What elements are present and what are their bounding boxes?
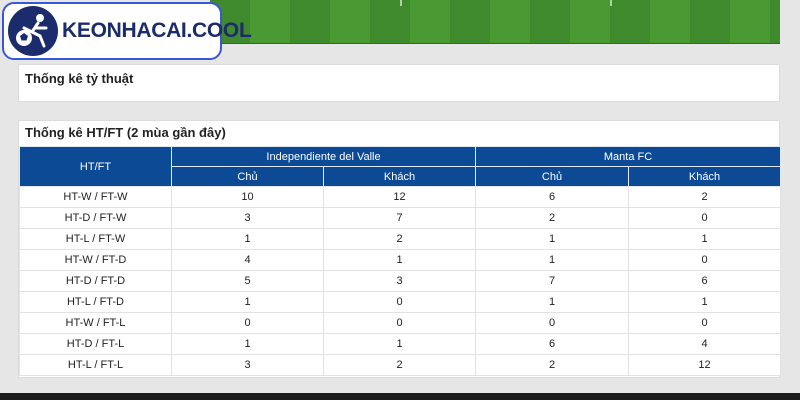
- stat-cell: 1: [322, 249, 477, 271]
- stat-cell: 1: [475, 249, 630, 271]
- row-label: HT-L / FT-D: [19, 291, 172, 313]
- row-label: HT-D / FT-L: [19, 333, 172, 355]
- stat-cell: 1: [171, 291, 324, 313]
- table-row: HT-L / FT-W 1 2 1 1: [19, 228, 782, 250]
- stat-cell: 2: [322, 354, 477, 376]
- header-team1-away: Khách: [322, 166, 477, 187]
- stat-cell: 0: [322, 291, 477, 313]
- stat-cell: 3: [322, 270, 477, 292]
- site-logo[interactable]: KEONHACAI.COOL: [2, 2, 252, 60]
- stat-cell: 0: [171, 312, 324, 334]
- row-label: HT-L / FT-L: [19, 354, 172, 376]
- stat-cell: 2: [475, 207, 630, 229]
- stat-cell: 12: [628, 354, 782, 376]
- stat-cell: 1: [628, 228, 782, 250]
- stat-cell: 3: [171, 354, 324, 376]
- table-row: HT-D / FT-W 3 7 2 0: [19, 207, 782, 229]
- stat-cell: 1: [171, 228, 324, 250]
- table-row: HT-L / FT-L 3 2 2 12: [19, 354, 782, 376]
- row-label: HT-W / FT-D: [19, 249, 172, 271]
- football-field-banner: [210, 0, 780, 44]
- row-label: HT-L / FT-W: [19, 228, 172, 250]
- table-row: HT-W / FT-W 10 12 6 2: [19, 186, 782, 208]
- stat-cell: 5: [171, 270, 324, 292]
- stat-cell: 0: [628, 207, 782, 229]
- row-label: HT-W / FT-W: [19, 186, 172, 208]
- stat-cell: 1: [171, 333, 324, 355]
- stat-cell: 0: [628, 312, 782, 334]
- header-team1: Independiente del Valle: [170, 146, 477, 167]
- stat-cell: 1: [628, 291, 782, 313]
- header-team2-away: Khách: [628, 166, 782, 187]
- stat-cell: 0: [322, 312, 477, 334]
- stat-cell: 7: [322, 207, 477, 229]
- header-team2: Manta FC: [475, 146, 782, 167]
- stat-cell: 6: [475, 186, 630, 208]
- football-player-icon: [8, 6, 58, 56]
- stat-cell: 6: [628, 270, 782, 292]
- table-row: HT-D / FT-L 1 1 6 4: [19, 333, 782, 355]
- stat-cell: 12: [322, 186, 477, 208]
- technical-stats-panel: Thống kê tỷ thuật: [18, 64, 780, 102]
- htft-stats-title: Thống kê HT/FT (2 mùa gần đây): [25, 125, 226, 140]
- row-label: HT-W / FT-L: [19, 312, 172, 334]
- table-row: HT-W / FT-D 4 1 1 0: [19, 249, 782, 271]
- stat-cell: 0: [475, 312, 630, 334]
- stat-cell: 4: [171, 249, 324, 271]
- stat-cell: 1: [475, 228, 630, 250]
- stat-cell: 1: [322, 333, 477, 355]
- stat-cell: 0: [628, 249, 782, 271]
- header-team1-home: Chủ: [171, 166, 324, 187]
- logo-text: KEONHACAI.COOL: [62, 19, 252, 42]
- stat-cell: 4: [628, 333, 782, 355]
- stat-cell: 2: [322, 228, 477, 250]
- stat-cell: 6: [475, 333, 630, 355]
- stat-cell: 1: [475, 291, 630, 313]
- stat-cell: 10: [171, 186, 324, 208]
- header-htft: HT/FT: [19, 146, 172, 187]
- htft-table: HT/FT Independiente del Valle Manta FC C…: [19, 146, 782, 376]
- technical-stats-title: Thống kê tỷ thuật: [25, 71, 134, 86]
- bottom-bar: [0, 393, 800, 400]
- stat-cell: 2: [475, 354, 630, 376]
- table-row: HT-L / FT-D 1 0 1 1: [19, 291, 782, 313]
- stat-cell: 2: [628, 186, 782, 208]
- table-row: HT-D / FT-D 5 3 7 6: [19, 270, 782, 292]
- table-row: HT-W / FT-L 0 0 0 0: [19, 312, 782, 334]
- header-team2-home: Chủ: [475, 166, 630, 187]
- htft-stats-panel: Thống kê HT/FT (2 mùa gần đây) HT/FT Ind…: [18, 120, 782, 378]
- stat-cell: 3: [171, 207, 324, 229]
- row-label: HT-D / FT-D: [19, 270, 172, 292]
- stat-cell: 7: [475, 270, 630, 292]
- row-label: HT-D / FT-W: [19, 207, 172, 229]
